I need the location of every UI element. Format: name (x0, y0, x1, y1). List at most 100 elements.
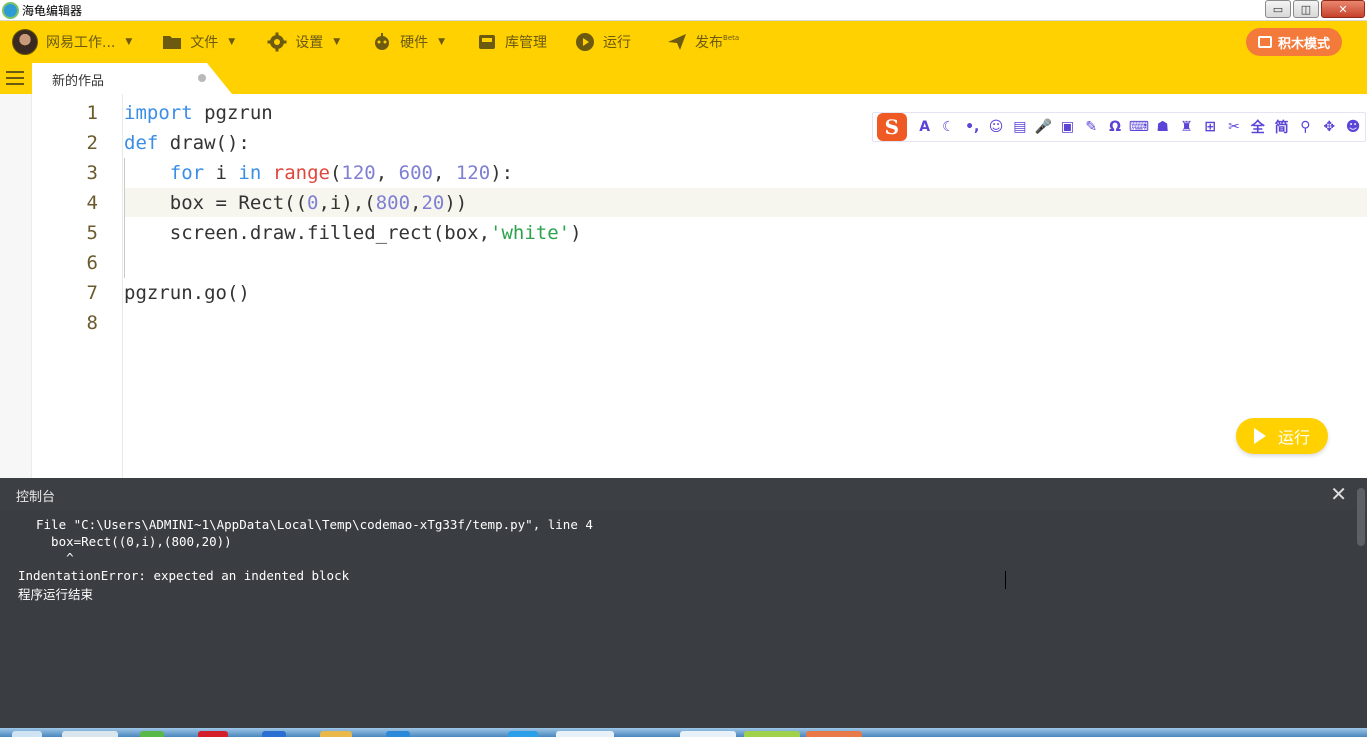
code-line-5: screen.draw.filled_rect(box,'white') (124, 222, 582, 244)
publish-button[interactable]: 发布 Beta (667, 21, 739, 63)
taskbar-item[interactable] (556, 731, 614, 737)
tab-label: 新的作品 (52, 74, 105, 89)
taskbar-item[interactable] (140, 731, 164, 737)
console-line: 程序运行结束 (18, 587, 94, 602)
taskbar-item[interactable] (198, 731, 228, 737)
ime-symbol-icon[interactable]: Ω (1103, 115, 1127, 139)
ime-sticker-icon[interactable]: ▤ (1008, 115, 1032, 139)
taskbar-item[interactable] (744, 731, 800, 737)
file-menu[interactable]: 文件 ▼ (162, 21, 235, 63)
inbox-icon (479, 35, 496, 49)
ime-fullwidth-icon[interactable]: 全 (1246, 115, 1270, 139)
ime-toolbar: S A ☾ •, ☺ ▤ 🎤 ▣ ✎ Ω ⌨ ☗ ♜ ⊞ ✂ 全 简 ⚲ ✥ ☻ (872, 112, 1366, 142)
console-line: IndentationError: expected an indented b… (18, 568, 350, 583)
ime-screenshot-icon[interactable]: ✂ (1222, 115, 1246, 139)
ime-search-icon[interactable]: ⚲ (1294, 115, 1318, 139)
taskbar-item[interactable] (806, 731, 862, 737)
line-number: 5 (86, 222, 98, 244)
settings-menu[interactable]: 设置 ▼ (267, 21, 340, 63)
taskbar-item[interactable] (62, 731, 118, 737)
ime-handwrite-icon[interactable]: ✎ (1079, 115, 1103, 139)
line-number: 1 (86, 102, 98, 124)
play-circle-icon (576, 33, 595, 51)
gear-icon (267, 32, 287, 52)
start-button[interactable] (12, 731, 42, 737)
line-number-gutter: 1 2 3 4 5 6 7 8 (32, 94, 123, 478)
code-line-7: pgzrun.go() (124, 282, 250, 304)
ime-clipboard-icon[interactable]: ▣ (1056, 115, 1080, 139)
robot-icon (375, 33, 390, 50)
sidebar-toggle-icon[interactable] (6, 71, 24, 87)
taskbar-item[interactable] (320, 731, 352, 737)
taskbar-item[interactable] (262, 731, 286, 737)
minimize-button[interactable]: ▭ (1265, 0, 1291, 18)
close-window-button[interactable]: ✕ (1321, 0, 1365, 18)
unsaved-dot-icon[interactable] (198, 74, 206, 82)
ime-punctuation-icon[interactable]: •, (960, 115, 984, 139)
code-editor[interactable]: 1 2 3 4 5 6 7 8 import pgzrun def draw()… (0, 94, 1367, 478)
console-scrollbar[interactable] (1357, 488, 1365, 546)
taskbar-item[interactable] (386, 731, 410, 737)
avatar[interactable] (12, 29, 38, 55)
run-toolbar-button[interactable]: 运行 (575, 21, 631, 63)
chevron-down-icon: ▼ (125, 37, 133, 47)
chevron-down-icon: ▼ (438, 37, 446, 47)
ime-font-icon[interactable]: A (913, 115, 937, 139)
line-number: 3 (86, 162, 98, 184)
run-button-label: 运行 (1277, 428, 1310, 447)
code-line-4: box = Rect((0,i),(800,20)) (124, 192, 468, 214)
window-titlebar: 海龟编辑器 ▭ ◫ ✕ (0, 0, 1367, 21)
blocks-icon (1257, 36, 1272, 48)
ime-voice-icon[interactable]: 🎤 (1032, 115, 1056, 139)
block-mode-button[interactable]: 积木模式 (1246, 28, 1342, 56)
restore-button[interactable]: ◫ (1293, 0, 1319, 18)
line-number: 2 (86, 132, 98, 154)
sogou-logo-icon[interactable]: S (877, 113, 907, 141)
paper-plane-icon (668, 34, 687, 50)
ime-user-icon[interactable]: ☗ (1151, 115, 1175, 139)
library-manager-label: 库管理 (505, 35, 548, 51)
ime-mascot-icon[interactable]: ☻ (1341, 115, 1365, 139)
ime-apps-icon[interactable]: ✥ (1317, 115, 1341, 139)
play-icon (1253, 428, 1266, 444)
console-line: ^ (36, 550, 74, 565)
publish-beta-badge: Beta (723, 34, 740, 42)
taskbar-item[interactable] (680, 731, 736, 737)
code-line-2: def draw(): (124, 132, 250, 154)
run-toolbar-label: 运行 (603, 35, 632, 51)
window-controls: ▭ ◫ ✕ (1265, 0, 1365, 18)
line-number: 8 (86, 312, 98, 334)
hardware-menu[interactable]: 硬件 ▼ (372, 21, 445, 63)
line-number: 6 (86, 252, 98, 274)
ime-skin-icon[interactable]: ♜ (1175, 115, 1199, 139)
account-menu[interactable]: 网易工作... ▼ (46, 21, 132, 63)
library-manager-button[interactable]: 库管理 (477, 21, 547, 63)
console-header: 控制台 ✕ (0, 478, 1367, 510)
text-cursor-icon (1005, 571, 1013, 589)
chevron-down-icon: ▼ (228, 37, 236, 47)
file-menu-label: 文件 (190, 35, 219, 51)
account-label: 网易工作... (46, 35, 116, 51)
chevron-down-icon: ▼ (333, 37, 341, 47)
line-number: 4 (86, 192, 98, 214)
console-close-button[interactable]: ✕ (1330, 482, 1347, 506)
editor-side-strip (0, 94, 32, 478)
folder-icon (163, 36, 182, 49)
tab-new-work[interactable]: 新的作品 (32, 63, 232, 94)
ime-toolbox-icon[interactable]: ⊞ (1198, 115, 1222, 139)
ime-simplified-icon[interactable]: 简 (1270, 115, 1294, 139)
tab-bar: 新的作品 (0, 63, 1367, 94)
ime-keyboard-icon[interactable]: ⌨ (1127, 115, 1151, 139)
console-line: box=Rect((0,i),(800,20)) (36, 534, 232, 549)
console-output[interactable]: File "C:\Users\ADMINI~1\AppData\Local\Te… (0, 510, 1367, 728)
console-line: File "C:\Users\ADMINI~1\AppData\Local\Te… (36, 517, 593, 532)
ime-emoji-icon[interactable]: ☺ (984, 115, 1008, 139)
line-number: 7 (86, 282, 98, 304)
hardware-menu-label: 硬件 (400, 35, 429, 51)
taskbar-item[interactable] (508, 731, 538, 737)
run-button[interactable]: 运行 (1236, 418, 1328, 454)
ime-moon-icon[interactable]: ☾ (937, 115, 961, 139)
console-title: 控制台 (16, 490, 56, 505)
turtle-app-icon (2, 2, 19, 19)
code-line-3: for i in range(120, 600, 120): (169, 162, 514, 184)
